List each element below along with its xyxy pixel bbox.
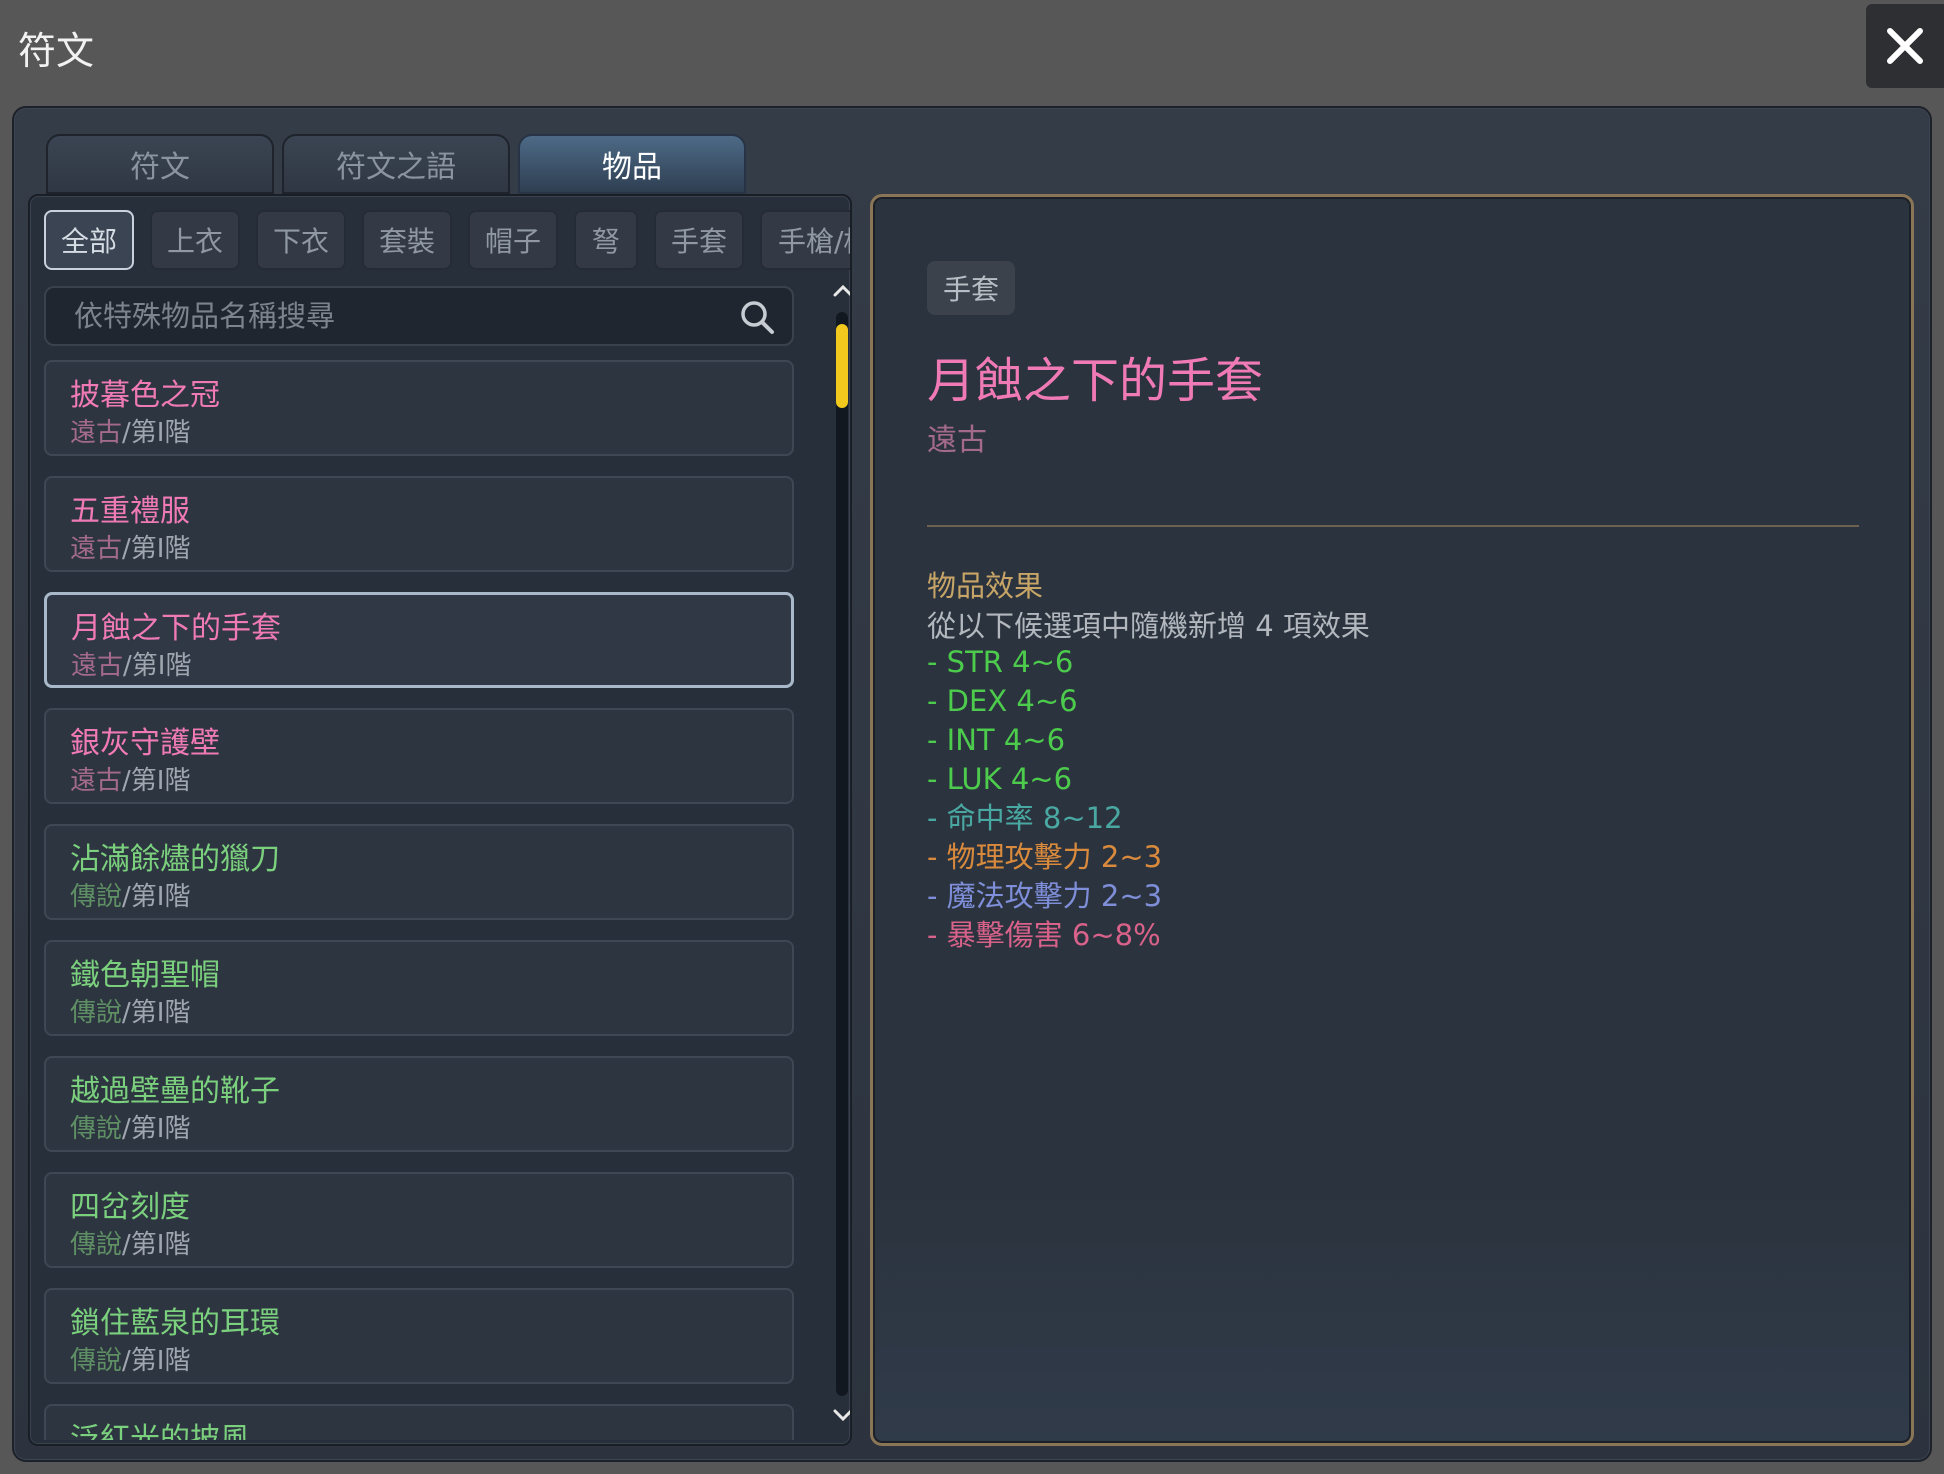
scrollbar-thumb[interactable] <box>836 324 848 408</box>
item-grade: 遠古/第I階 <box>70 412 190 449</box>
category-filter-bar: 全部 上衣 下衣 套裝 帽子 弩 手套 手槍/槍 <box>30 210 850 274</box>
effect-line: - INT 4~6 <box>927 723 1066 757</box>
filter-top[interactable]: 上衣 <box>150 210 240 270</box>
item-tier: /第I階 <box>122 766 191 796</box>
item-grade: 傳說/第I階 <box>70 1340 190 1377</box>
item-rarity: 傳說 <box>70 1114 123 1144</box>
list-item[interactable]: 越過壁壘的靴子 傳說/第I階 <box>44 1056 794 1152</box>
item-tier: /第I階 <box>123 651 192 681</box>
list-item[interactable]: 披暮色之冠 遠古/第I階 <box>44 360 794 456</box>
item-grade: 傳說/第I階 <box>70 1224 190 1261</box>
effects-heading: 物品效果 <box>927 569 1044 603</box>
scroll-down-icon[interactable] <box>832 1404 852 1426</box>
tab-runes[interactable]: 符文 <box>46 134 274 194</box>
close-button[interactable] <box>1866 4 1944 88</box>
item-tier: /第I階 <box>122 1346 191 1376</box>
item-tier: /第I階 <box>122 1114 191 1144</box>
item-rarity: 遠古 <box>927 423 987 458</box>
filter-bottom[interactable]: 下衣 <box>256 210 346 270</box>
effect-line: - DEX 4~6 <box>927 684 1078 718</box>
item-grade: 遠古/第I階 <box>70 528 190 565</box>
item-name: 披暮色之冠 <box>70 378 220 413</box>
item-name: 鎖住藍泉的耳環 <box>70 1306 280 1341</box>
item-detail-panel: 手套 月蝕之下的手套 遠古 物品效果 從以下候選項中隨機新增 4 項效果 - S… <box>870 194 1914 1446</box>
effect-line: - 命中率 8~12 <box>927 801 1123 835</box>
list-item[interactable]: 鐵色朝聖帽 傳說/第I階 <box>44 940 794 1036</box>
item-rarity: 傳說 <box>70 998 123 1028</box>
item-tier: /第I階 <box>122 998 191 1028</box>
filter-all[interactable]: 全部 <box>44 210 134 270</box>
item-name: 泛紅光的披風 <box>70 1422 250 1440</box>
item-tier: /第I階 <box>122 534 191 564</box>
item-rarity: 遠古 <box>70 534 123 564</box>
tab-runewords[interactable]: 符文之語 <box>282 134 510 194</box>
effect-line: - 物理攻擊力 2~3 <box>927 840 1163 874</box>
item-list-panel: 全部 上衣 下衣 套裝 帽子 弩 手套 手槍/槍 披暮色之冠遠古/第I階五重禮服… <box>28 194 852 1446</box>
close-icon <box>1887 28 1923 64</box>
item-name: 四岔刻度 <box>70 1190 190 1225</box>
effects-list: - STR 4~6 - DEX 4~6 - INT 4~6 - LUK 4~6 - 命中… <box>927 643 1162 955</box>
list-item[interactable]: 泛紅光的披風傳說/第I階 <box>44 1404 794 1440</box>
list-item[interactable]: 五重禮服 遠古/第I階 <box>44 476 794 572</box>
filter-outfit[interactable]: 套裝 <box>362 210 452 270</box>
effects-description: 從以下候選項中隨機新增 4 項效果 <box>927 609 1370 643</box>
category-badge: 手套 <box>927 261 1016 315</box>
item-grade: 傳說/第I階 <box>70 876 190 913</box>
tab-items[interactable]: 物品 <box>518 134 746 194</box>
item-rarity: 遠古 <box>71 651 124 681</box>
item-name: 沾滿餘燼的獵刀 <box>70 842 280 877</box>
scrollbar-track[interactable] <box>836 312 848 1396</box>
item-list: 披暮色之冠 遠古/第I階 五重禮服 遠古/第I階 月蝕之下的手套 遠古/第I階 銀灰守護壁遠… <box>44 360 794 1440</box>
item-rarity: 傳說 <box>70 1230 123 1260</box>
filter-hat[interactable]: 帽子 <box>468 210 558 270</box>
divider <box>927 525 1859 527</box>
effect-line: - LUK 4~6 <box>927 762 1073 796</box>
item-name: 越過壁壘的靴子 <box>70 1074 280 1109</box>
item-name: 月蝕之下的手套 <box>71 611 281 646</box>
effect-line: - 暴擊傷害 6~8% <box>927 918 1161 952</box>
item-grade: 傳說/第I階 <box>70 1108 190 1145</box>
window-title: 符文 <box>18 29 95 73</box>
filter-pistol[interactable]: 手槍/槍 <box>760 210 850 270</box>
item-rarity: 傳說 <box>70 882 123 912</box>
list-item[interactable]: 銀灰守護壁 遠古/第I階 <box>44 708 794 804</box>
item-tier: /第I階 <box>122 418 191 448</box>
search-box <box>44 286 794 346</box>
item-name: 鐵色朝聖帽 <box>70 958 220 993</box>
search-input[interactable] <box>60 288 720 344</box>
title-bar: 符文 <box>0 0 1944 104</box>
effect-line: - 魔法攻擊力 2~3 <box>927 879 1163 913</box>
filter-crossbow[interactable]: 弩 <box>574 210 638 270</box>
list-item[interactable]: 鎖住藍泉的耳環 傳說/第I階 <box>44 1288 794 1384</box>
scroll-up-icon[interactable] <box>832 280 852 302</box>
item-rarity: 傳說 <box>70 1346 123 1376</box>
search-icon[interactable] <box>738 298 776 336</box>
list-item[interactable]: 沾滿餘燼的獵刀 傳說/第I階 <box>44 824 794 920</box>
item-rarity: 遠古 <box>70 766 123 796</box>
filter-gloves[interactable]: 手套 <box>654 210 744 270</box>
item-grade: 傳說/第I階 <box>70 992 190 1029</box>
item-title: 月蝕之下的手套 <box>927 353 1264 409</box>
item-name: 五重禮服 <box>70 494 190 529</box>
item-grade: 遠古/第I階 <box>70 760 190 797</box>
item-grade: 遠古/第I階 <box>71 645 191 682</box>
list-item[interactable]: 月蝕之下的手套 遠古/第I階 <box>44 592 794 688</box>
effect-line: - STR 4~6 <box>927 645 1074 679</box>
item-tier: /第I階 <box>122 1230 191 1260</box>
item-name: 銀灰守護壁 <box>70 726 220 761</box>
item-tier: /第I階 <box>122 882 191 912</box>
list-item[interactable]: 四岔刻度 傳說/第I階 <box>44 1172 794 1268</box>
item-rarity: 遠古 <box>70 418 123 448</box>
